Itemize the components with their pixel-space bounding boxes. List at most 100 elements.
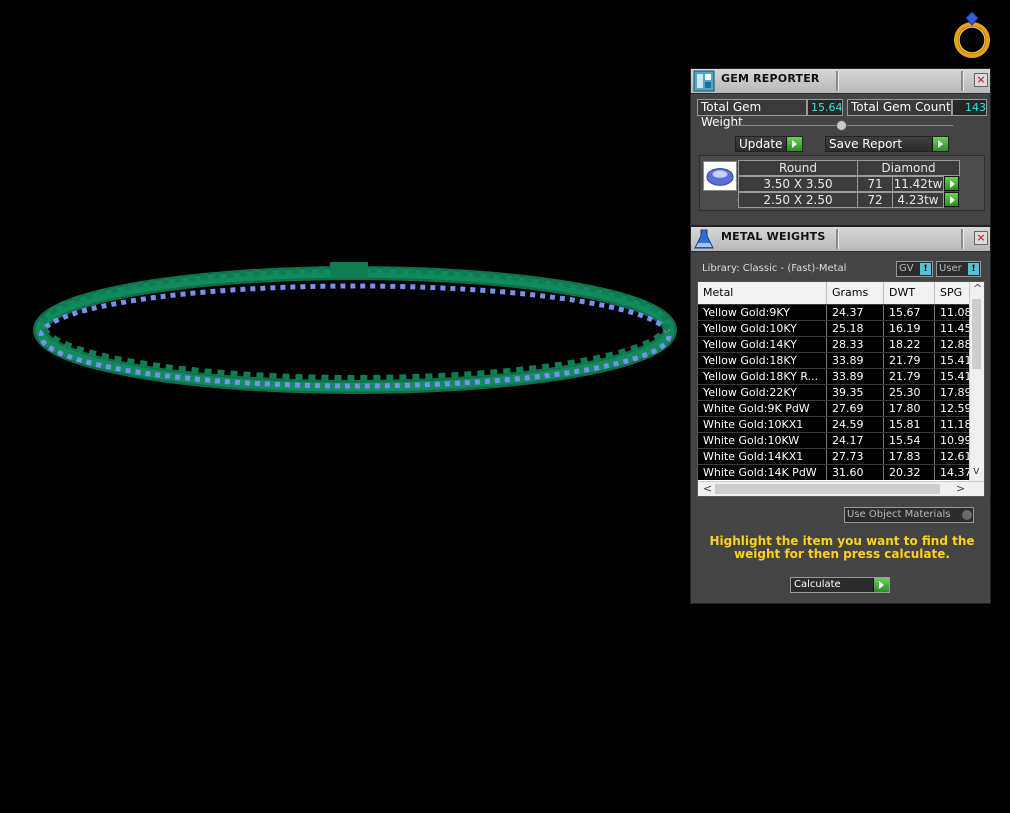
total-gem-count-label: Total Gem Count xyxy=(847,99,952,116)
gem-shape-header: Round xyxy=(738,160,858,176)
info-icon: ! xyxy=(920,263,931,275)
close-button[interactable]: × xyxy=(974,231,988,245)
metal-flask-icon xyxy=(694,229,714,249)
gv-toggle[interactable]: GV ! xyxy=(896,261,933,277)
gem-list: Round Diamond 3.50 X 3.50 71 11.42tw 2.5… xyxy=(699,155,985,211)
total-gem-count-value: 143 xyxy=(952,99,987,116)
scroll-left-icon[interactable]: < xyxy=(703,482,712,495)
grams-value: 39.35 xyxy=(827,385,884,400)
play-arrow-icon xyxy=(786,137,802,151)
ring-diamond-icon[interactable] xyxy=(950,8,996,60)
table-row[interactable]: Yellow Gold:10KY 25.18 16.19 11.45 xyxy=(698,320,972,336)
metal-name: White Gold:9K PdW xyxy=(698,401,827,416)
gem-size[interactable]: 2.50 X 2.50 xyxy=(738,192,858,208)
scroll-down-icon[interactable]: v xyxy=(973,464,980,477)
metal-weights-title: METAL WEIGHTS xyxy=(721,230,826,243)
metal-name: White Gold:10KX1 xyxy=(698,417,827,432)
grams-value: 31.60 xyxy=(827,465,884,480)
close-button[interactable]: × xyxy=(974,73,988,87)
table-row[interactable]: Yellow Gold:14KY 28.33 18.22 12.88 xyxy=(698,336,972,352)
gem-reporter-title: GEM REPORTER xyxy=(721,72,820,85)
header-grip xyxy=(961,229,964,249)
grams-value: 24.17 xyxy=(827,433,884,448)
table-row[interactable]: Yellow Gold:22KY 39.35 25.30 17.89 xyxy=(698,384,972,400)
metal-name: Yellow Gold:9KY xyxy=(698,305,827,320)
gem-count: 71 xyxy=(857,176,893,192)
dwt-value: 25.30 xyxy=(884,385,935,400)
table-row[interactable]: White Gold:14KX1 27.73 17.83 12.61 xyxy=(698,448,972,464)
metal-weights-table[interactable]: Metal Grams DWT SPG Yellow Gold:9KY 24.37… xyxy=(697,281,985,497)
gv-toggle-label: GV xyxy=(899,263,914,274)
dwt-value: 15.54 xyxy=(884,433,935,448)
dwt-value: 20.32 xyxy=(884,465,935,480)
horizontal-scrollbar[interactable]: < > xyxy=(698,481,984,496)
column-header-metal[interactable]: Metal xyxy=(698,282,827,304)
metal-name: White Gold:14K PdW xyxy=(698,465,827,480)
metal-name: Yellow Gold:18KY xyxy=(698,353,827,368)
scroll-thumb[interactable] xyxy=(715,484,940,494)
metal-weights-panel: METAL WEIGHTS × Library: Classic - (Fast… xyxy=(690,226,991,604)
grams-value: 28.33 xyxy=(827,337,884,352)
metal-weights-header[interactable]: METAL WEIGHTS × xyxy=(691,227,990,252)
metal-name: Yellow Gold:10KY xyxy=(698,321,827,336)
slider-knob[interactable] xyxy=(836,120,847,131)
dwt-value: 16.19 xyxy=(884,321,935,336)
info-icon: ! xyxy=(968,263,979,275)
bracelet-clasp xyxy=(330,262,368,278)
gem-type-header: Diamond xyxy=(857,160,960,176)
gem-reporter-header[interactable]: GEM REPORTER × xyxy=(691,69,990,94)
gem-row-go-button[interactable] xyxy=(944,176,959,191)
scroll-up-icon[interactable]: ^ xyxy=(973,282,982,295)
column-header-grams[interactable]: Grams xyxy=(827,282,884,304)
calculate-hint: Highlight the item you want to find the … xyxy=(709,534,975,561)
header-grip xyxy=(961,71,964,91)
table-row[interactable]: Yellow Gold:18KY R... 33.89 21.79 15.41 xyxy=(698,368,972,384)
round-diamond-icon xyxy=(703,161,737,191)
calculate-button-label: Calculate xyxy=(794,579,841,590)
save-report-button[interactable]: Save Report xyxy=(825,136,949,152)
grams-value: 24.37 xyxy=(827,305,884,320)
dwt-value: 17.83 xyxy=(884,449,935,464)
table-row[interactable]: White Gold:10KX1 24.59 15.81 11.18 xyxy=(698,416,972,432)
grams-value: 25.18 xyxy=(827,321,884,336)
table-row[interactable]: White Gold:9K PdW 27.69 17.80 12.59 xyxy=(698,400,972,416)
metal-name: Yellow Gold:18KY R... xyxy=(698,369,827,384)
dwt-value: 15.81 xyxy=(884,417,935,432)
radio-icon xyxy=(962,510,972,520)
gem-reporter-panel: GEM REPORTER × Total Gem Weight 15.64 To… xyxy=(690,68,991,226)
dwt-value: 15.67 xyxy=(884,305,935,320)
dwt-value: 17.80 xyxy=(884,401,935,416)
column-header-dwt[interactable]: DWT xyxy=(884,282,935,304)
table-row[interactable]: White Gold:10KW 24.17 15.54 10.99 xyxy=(698,432,972,448)
table-row[interactable]: Yellow Gold:9KY 24.37 15.67 11.08 xyxy=(698,304,972,320)
calculate-button[interactable]: Calculate xyxy=(790,577,890,593)
total-gem-weight-label: Total Gem Weight xyxy=(697,99,807,129)
use-object-materials-label: Use Object Materials xyxy=(847,509,951,520)
update-button-label: Update xyxy=(739,137,783,151)
header-grip xyxy=(836,229,839,249)
gem-row-go-button[interactable] xyxy=(944,192,959,207)
scroll-right-icon[interactable]: > xyxy=(956,482,965,495)
table-row[interactable]: White Gold:14K PdW 31.60 20.32 14.37 xyxy=(698,464,972,480)
grams-value: 27.69 xyxy=(827,401,884,416)
metal-name: White Gold:14KX1 xyxy=(698,449,827,464)
metal-name: Yellow Gold:22KY xyxy=(698,385,827,400)
gem-weight: 4.23tw xyxy=(892,192,944,208)
total-gem-weight-value: 15.64 xyxy=(807,99,843,116)
grams-value: 24.59 xyxy=(827,417,884,432)
vertical-scrollbar[interactable]: ^ v xyxy=(969,282,984,481)
play-arrow-icon xyxy=(873,578,889,592)
metal-name: White Gold:10KW xyxy=(698,433,827,448)
header-grip xyxy=(836,71,839,91)
gem-size[interactable]: 3.50 X 3.50 xyxy=(738,176,858,192)
gem-report-icon xyxy=(693,70,715,92)
user-toggle[interactable]: User ! xyxy=(936,261,981,277)
grams-value: 33.89 xyxy=(827,369,884,384)
update-button[interactable]: Update xyxy=(735,136,803,152)
save-report-button-label: Save Report xyxy=(829,137,903,151)
table-row[interactable]: Yellow Gold:18KY 33.89 21.79 15.41 xyxy=(698,352,972,368)
use-object-materials-button[interactable]: Use Object Materials xyxy=(844,507,974,523)
gem-weight: 11.42tw xyxy=(892,176,944,192)
scroll-thumb[interactable] xyxy=(972,299,981,369)
dwt-value: 18.22 xyxy=(884,337,935,352)
